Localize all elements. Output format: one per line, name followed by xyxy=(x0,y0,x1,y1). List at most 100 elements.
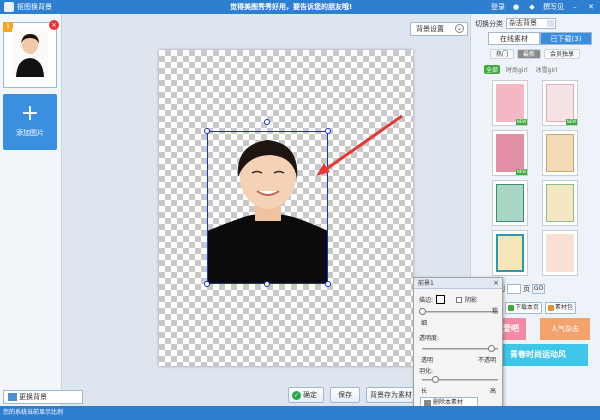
background-settings-button[interactable]: 背景设置 ⌄ xyxy=(410,22,468,36)
filter-fashion-girl[interactable]: 时尚girl xyxy=(504,65,530,74)
material-tile[interactable]: NEW xyxy=(492,130,528,176)
package-icon xyxy=(548,305,555,311)
material-tile[interactable] xyxy=(492,230,528,276)
change-background-button[interactable]: 更换背景 xyxy=(3,390,83,404)
dropdown-arrow-icon xyxy=(547,20,554,27)
foreground-popup: 前景1 × 描边: 阴影 细 粗 透明度: 透明 不透明 羽化: 长 高 xyxy=(413,277,503,412)
popup-title-bar: 前景1 × xyxy=(414,278,502,289)
slogan-text: 觉得美图秀秀好用，要告诉您的朋友哦! xyxy=(230,3,353,11)
pager: 到 页 GO xyxy=(498,284,545,294)
filter-ice-girl[interactable]: 冰雪girl xyxy=(534,65,560,74)
shadow-checkbox[interactable] xyxy=(456,296,463,303)
border-width-slider-knob[interactable] xyxy=(419,308,426,315)
new-badge: NEW xyxy=(516,169,527,175)
new-badge: NEW xyxy=(566,119,577,125)
image-thumbnail[interactable]: 1 × xyxy=(3,20,59,88)
thin-label: 细 xyxy=(421,320,428,327)
material-subtabs: 热门 最新 会员独享 xyxy=(490,49,581,59)
download-page-label: 下载本页 xyxy=(515,304,540,311)
change-background-label: 更换背景 xyxy=(19,393,47,401)
app-title-group: 抠图换背景 xyxy=(4,0,52,14)
skin-icon[interactable]: ◆ xyxy=(527,2,537,12)
feather-label: 羽化: xyxy=(419,368,434,375)
plus-icon: + xyxy=(20,101,40,126)
border-color-swatch[interactable] xyxy=(436,295,446,304)
page-input[interactable] xyxy=(507,284,521,294)
background-settings-label: 背景设置 xyxy=(416,25,444,33)
chevron-down-icon: ⌄ xyxy=(455,24,464,33)
thick-label: 粗 xyxy=(492,308,499,315)
title-bar-right: 登录 ● ◆ 撰写见 – ✕ xyxy=(491,0,596,14)
resize-handle-bottom-right[interactable] xyxy=(325,281,331,287)
material-pack-button[interactable]: 素材包 xyxy=(545,302,577,314)
background-icon xyxy=(8,393,17,401)
switch-category-label: 切换分类 xyxy=(475,19,503,28)
material-pack-label: 素材包 xyxy=(555,304,574,311)
opaque-label: 不透明 xyxy=(478,357,497,364)
minimize-icon[interactable]: – xyxy=(570,2,580,12)
login-link[interactable]: 登录 xyxy=(491,0,505,14)
border-label: 描边: xyxy=(419,297,434,304)
close-icon[interactable]: ✕ xyxy=(586,2,596,12)
high-label: 高 xyxy=(490,388,497,395)
banner-youth-sport[interactable]: 青春时尚运动风 xyxy=(488,344,588,366)
subtab-newest[interactable]: 最新 xyxy=(517,49,542,59)
title-bar: 抠图换背景 觉得美图秀秀好用，要告诉您的朋友哦! 登录 ● ◆ 撰写见 – ✕ xyxy=(0,0,600,14)
annotation-arrow xyxy=(316,114,403,176)
material-filters: 全部 时尚girl 冰雪girl xyxy=(484,65,559,74)
opacity-slider-track[interactable] xyxy=(422,348,498,350)
download-page-button[interactable]: 下载本页 xyxy=(505,302,543,314)
category-row: 切换分类 杂志背景 xyxy=(475,18,556,29)
go-button[interactable]: GO xyxy=(532,284,545,294)
banner-popular-magazine[interactable]: 人气杂志 xyxy=(540,318,590,340)
resize-handle-bottom-left[interactable] xyxy=(204,281,210,287)
new-badge: NEW xyxy=(516,119,527,125)
opacity-label: 透明度: xyxy=(419,335,440,342)
popup-title: 前景1 xyxy=(418,280,434,287)
material-tile[interactable]: NEW xyxy=(492,80,528,126)
ok-button[interactable]: ✓ 确定 xyxy=(288,387,324,403)
check-icon: ✓ xyxy=(292,390,301,400)
shadow-label: 阴影 xyxy=(465,297,478,304)
add-picture-label: 添加图片 xyxy=(16,129,44,137)
app-logo-icon xyxy=(4,2,14,12)
add-picture-button[interactable]: + 添加图片 xyxy=(3,94,57,150)
remove-thumbnail-icon[interactable]: × xyxy=(49,20,59,30)
material-tile[interactable] xyxy=(542,130,578,176)
material-tile[interactable] xyxy=(492,180,528,226)
length-label: 长 xyxy=(421,388,428,395)
material-tile[interactable]: NEW xyxy=(542,80,578,126)
transparent-label: 透明 xyxy=(421,357,434,364)
save-as-material-button[interactable]: 背景存为素材 xyxy=(366,387,414,403)
subtab-members[interactable]: 会员独享 xyxy=(544,49,581,59)
rotate-handle[interactable] xyxy=(264,119,270,125)
user-icon[interactable]: ● xyxy=(511,2,521,12)
tab-online-materials[interactable]: 在线素材 xyxy=(488,32,540,45)
download-bar: 下载本页 素材包 xyxy=(505,302,577,314)
help-link[interactable]: 撰写见 xyxy=(543,0,564,14)
download-icon xyxy=(508,305,514,311)
ok-label: 确定 xyxy=(303,391,317,399)
resize-handle-top-left[interactable] xyxy=(204,128,210,134)
status-text: 您的系统当前显示比例 xyxy=(3,409,64,416)
filter-all[interactable]: 全部 xyxy=(484,65,501,74)
tab-downloaded[interactable]: 已下载(3) xyxy=(540,32,592,45)
thumbnail-portrait-image xyxy=(12,29,48,77)
popup-close-icon[interactable]: × xyxy=(493,278,499,289)
material-tabs: 在线素材 已下载(3) xyxy=(488,32,592,45)
pager-page-label: 页 xyxy=(523,285,530,293)
material-grid: NEW NEW NEW xyxy=(490,78,586,276)
border-row: 描边: 阴影 xyxy=(419,295,477,304)
category-select[interactable]: 杂志背景 xyxy=(506,18,556,29)
feather-slider-knob[interactable] xyxy=(432,376,439,383)
border-width-slider-track[interactable] xyxy=(422,311,498,313)
status-bar: 您的系统当前显示比例 xyxy=(0,406,600,420)
opacity-slider-knob[interactable] xyxy=(488,345,495,352)
save-button[interactable]: 保存 xyxy=(330,387,360,403)
subtab-hot[interactable]: 热门 xyxy=(490,49,515,59)
category-value: 杂志背景 xyxy=(509,19,537,27)
resize-handle-bottom-middle[interactable] xyxy=(264,281,270,287)
material-tile[interactable] xyxy=(542,180,578,226)
material-tile[interactable] xyxy=(542,230,578,276)
app-title: 抠图换背景 xyxy=(17,3,52,11)
